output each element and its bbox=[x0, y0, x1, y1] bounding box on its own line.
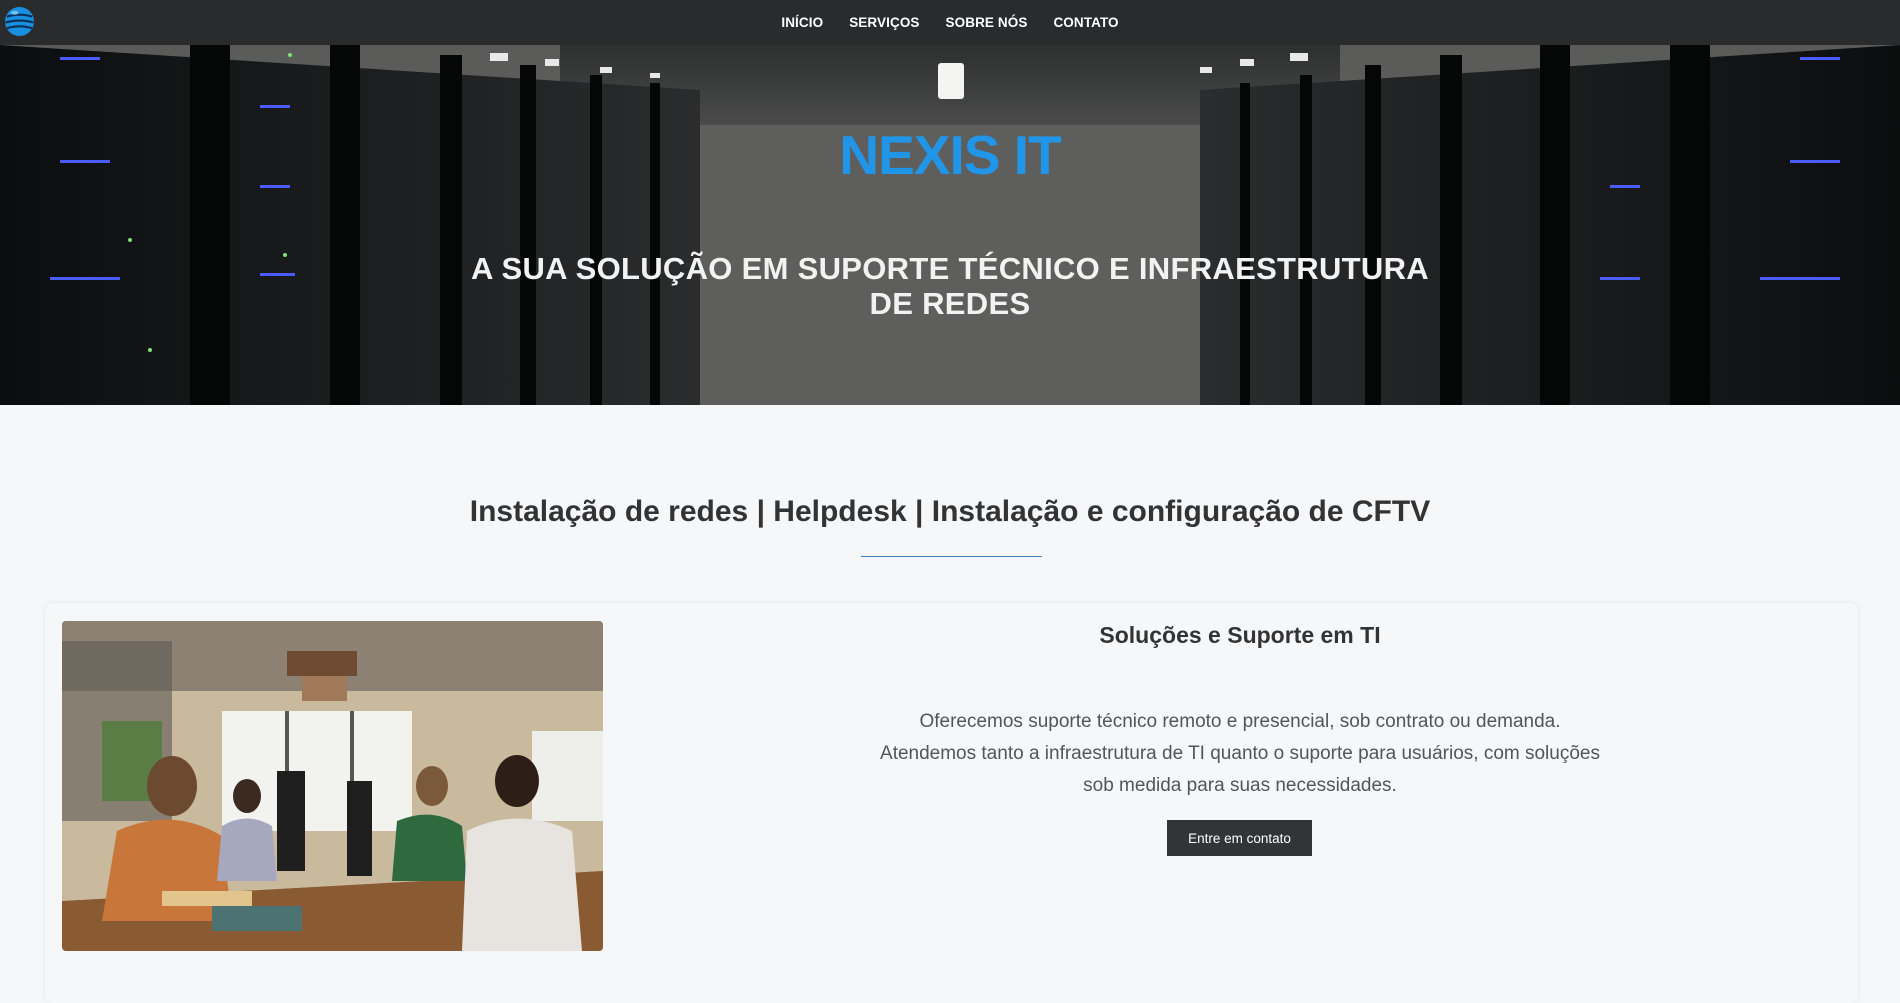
card-description: Oferecemos suporte técnico remoto e pres… bbox=[880, 711, 1600, 796]
card-title: Soluções e Suporte em TI bbox=[1099, 622, 1381, 648]
hero-title: NEXIS IT bbox=[839, 124, 1061, 186]
nav-link-servicos[interactable]: SERVIÇOS bbox=[836, 15, 932, 30]
contact-button[interactable]: Entre em contato bbox=[1167, 820, 1312, 856]
services-heading: Instalação de redes | Helpdesk | Instala… bbox=[469, 495, 1431, 528]
top-navbar: INÍCIO SERVIÇOS SOBRE NÓS CONTATO bbox=[0, 0, 1900, 45]
hero-banner: NEXIS IT A SUA SOLUÇÃO EM SUPORTE TÉCNIC… bbox=[0, 45, 1900, 405]
hero-background-image bbox=[0, 45, 1900, 405]
nav-link-sobre-nos[interactable]: SOBRE NÓS bbox=[933, 15, 1041, 30]
main-nav: INÍCIO SERVIÇOS SOBRE NÓS CONTATO bbox=[0, 0, 1900, 45]
hero-subtitle: A SUA SOLUÇÃO EM SUPORTE TÉCNICO E INFRA… bbox=[471, 251, 1429, 321]
nav-link-inicio[interactable]: INÍCIO bbox=[768, 15, 836, 30]
nav-link-contato[interactable]: CONTATO bbox=[1040, 15, 1131, 30]
heading-divider bbox=[861, 556, 1042, 557]
office-team-illustration bbox=[62, 621, 603, 951]
office-team-image bbox=[62, 621, 603, 951]
